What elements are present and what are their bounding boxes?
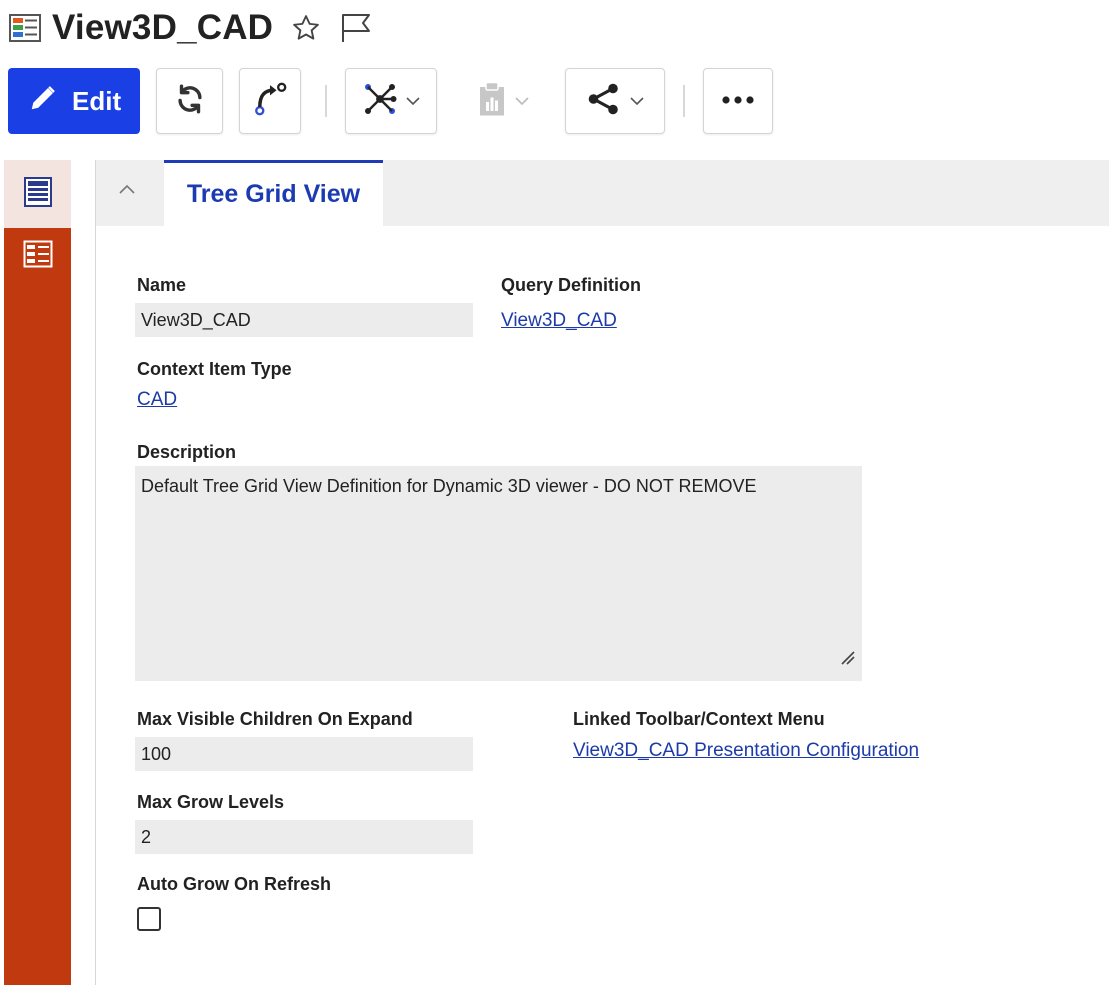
- name-field[interactable]: View3D_CAD: [135, 303, 473, 337]
- toolbar: Edit: [8, 68, 773, 134]
- form-view-icon: [23, 176, 53, 213]
- max-grow-levels-field[interactable]: 2: [135, 820, 473, 854]
- linked-toolbar-link[interactable]: View3D_CAD Presentation Configuration: [573, 740, 919, 762]
- max-grow-levels-label: Max Grow Levels: [137, 792, 285, 812]
- redirect-icon: [252, 80, 288, 123]
- description-field[interactable]: Default Tree Grid View Definition for Dy…: [135, 466, 862, 681]
- resize-handle-icon[interactable]: [838, 646, 856, 675]
- max-visible-children-label: Max Visible Children On Expand: [137, 709, 413, 729]
- query-definition-label: Query Definition: [501, 275, 642, 295]
- chevron-down-icon: [630, 96, 644, 106]
- network-menu-button[interactable]: [345, 68, 437, 134]
- toolbar-separator: [325, 85, 327, 117]
- more-button[interactable]: [703, 68, 773, 134]
- name-label: Name: [137, 275, 187, 295]
- auto-grow-label: Auto Grow On Refresh: [137, 874, 332, 894]
- auto-grow-checkbox[interactable]: [137, 907, 161, 931]
- chevron-up-icon[interactable]: [118, 182, 136, 200]
- more-icon: [720, 92, 756, 110]
- context-item-type-label: Context Item Type: [137, 359, 292, 379]
- description-text: Default Tree Grid View Definition for Dy…: [141, 476, 757, 496]
- flag-icon[interactable]: [339, 12, 373, 44]
- network-icon: [362, 81, 398, 122]
- refresh-icon: [173, 82, 207, 121]
- page-header: View3D_CAD: [8, 6, 373, 50]
- chevron-down-icon: [406, 96, 420, 106]
- query-definition-link[interactable]: View3D_CAD: [501, 310, 617, 332]
- description-label: Description: [137, 442, 237, 462]
- tab-bar: Tree Grid View: [96, 160, 1109, 226]
- pencil-icon: [28, 83, 58, 120]
- tree-grid-view-icon: [8, 13, 42, 43]
- share-icon: [586, 81, 622, 122]
- page-title: View3D_CAD: [52, 8, 274, 47]
- linked-toolbar-label: Linked Toolbar/Context Menu: [573, 709, 825, 729]
- sidebar-item-tree-grid[interactable]: [4, 228, 71, 284]
- edit-button-label: Edit: [72, 85, 122, 116]
- redirect-button[interactable]: [239, 68, 301, 134]
- refresh-button[interactable]: [156, 68, 223, 134]
- panel-divider: [95, 160, 96, 985]
- sidebar: [4, 160, 71, 985]
- max-visible-children-field[interactable]: 100: [135, 737, 473, 771]
- sidebar-item-form[interactable]: [4, 160, 71, 228]
- toolbar-separator: [683, 85, 685, 117]
- chevron-down-icon: [515, 96, 529, 106]
- tab-tree-grid-view[interactable]: Tree Grid View: [164, 160, 383, 226]
- share-menu-button[interactable]: [565, 68, 665, 134]
- star-icon[interactable]: [291, 13, 321, 43]
- tree-grid-view-icon: [23, 240, 53, 273]
- context-item-type-link[interactable]: CAD: [137, 389, 177, 411]
- report-menu-button[interactable]: [457, 68, 549, 134]
- edit-button[interactable]: Edit: [8, 68, 140, 134]
- report-icon: [477, 81, 507, 122]
